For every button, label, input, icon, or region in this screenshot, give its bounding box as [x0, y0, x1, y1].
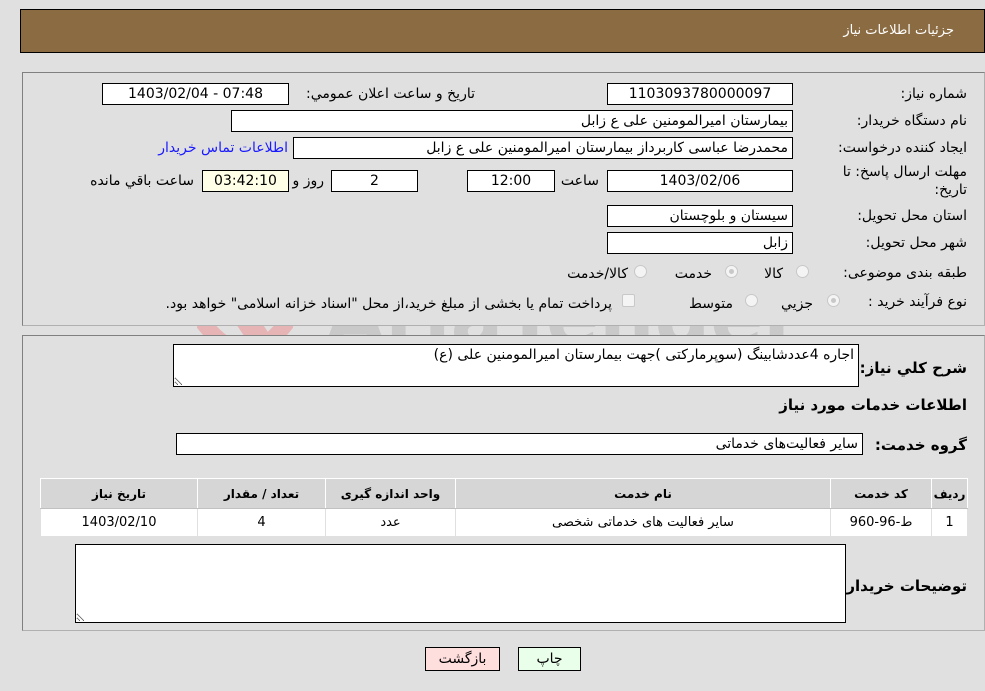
deadline-time-label: ساعت: [560, 173, 599, 189]
buyer-notes-label: توضیحات خریدار:: [840, 577, 967, 595]
service-group-label: گروه خدمت:: [874, 436, 967, 454]
purchase-type-option-minor: جزیي: [781, 296, 813, 312]
need-number-field: 1103093780000097: [607, 83, 793, 105]
col-header-service-name: نام خدمت: [455, 478, 831, 509]
page-header: جزئیات اطلاعات نیاز: [20, 9, 985, 53]
purchase-type-label: نوع فرآیند خرید :: [868, 294, 967, 310]
purchase-type-option-medium: متوسط: [689, 296, 733, 312]
cell-need-date: 1403/02/10: [40, 508, 198, 537]
col-header-need-date: تاریخ نیاز: [40, 478, 198, 509]
category-radio-goods-service[interactable]: [634, 265, 647, 278]
col-header-unit: واحد اندازه گیری: [325, 478, 456, 509]
category-radio-service[interactable]: [725, 265, 738, 278]
time-remaining-label: ساعت باقي مانده: [90, 173, 194, 189]
days-label: روز و: [292, 173, 325, 189]
requester-label: ایجاد کننده درخواست:: [838, 140, 967, 156]
announce-datetime-label: تاریخ و ساعت اعلان عمومي:: [306, 86, 475, 102]
province-field: سیستان و بلوچستان: [607, 205, 793, 227]
table-row: 1 ط-96-960 سایر فعالیت های خدماتی شخصی ع…: [40, 508, 968, 537]
cell-row-number: 1: [931, 508, 968, 537]
buyer-org-field: بیمارستان امیرالمومنین علی ع زابل: [231, 110, 793, 132]
deadline-time-field: 12:00: [467, 170, 555, 192]
print-button[interactable]: چاپ: [518, 647, 581, 671]
city-label: شهر محل تحویل:: [865, 235, 967, 251]
back-button[interactable]: بازگشت: [425, 647, 500, 671]
buyer-contact-link[interactable]: اطلاعات تماس خریدار: [158, 140, 288, 156]
deadline-label-2: تاریخ:: [934, 182, 967, 198]
deadline-date-field: 1403/02/06: [607, 170, 793, 192]
buyer-notes-textarea[interactable]: [75, 544, 846, 623]
service-group-field: سایر فعالیت‌های خدماتی: [176, 433, 863, 455]
summary-label: شرح کلي نیاز:: [859, 359, 967, 377]
province-label: استان محل تحویل:: [857, 208, 967, 224]
category-option-goods: کالا: [764, 266, 783, 282]
services-table: ردیف کد خدمت نام خدمت واحد اندازه گیری ت…: [40, 478, 968, 537]
cell-unit: عدد: [325, 508, 456, 537]
services-heading: اطلاعات خدمات مورد نیاز: [779, 396, 967, 414]
time-remaining-field: 03:42:10: [202, 170, 289, 192]
buyer-org-label: نام دستگاه خریدار:: [856, 113, 967, 129]
cell-quantity: 4: [197, 508, 326, 537]
purchase-type-radio-minor[interactable]: [827, 294, 840, 307]
category-option-goods-service: کالا/خدمت: [567, 266, 628, 282]
category-radio-goods[interactable]: [796, 265, 809, 278]
announce-datetime-field: 1403/02/04 - 07:48: [102, 83, 289, 105]
category-label: طبقه بندی موضوعی:: [843, 265, 967, 281]
category-option-service: خدمت: [674, 266, 712, 282]
city-field: زابل: [607, 232, 793, 254]
cell-service-name: سایر فعالیت های خدماتی شخصی: [455, 508, 831, 537]
treasury-checkbox[interactable]: [622, 294, 635, 307]
requester-field: محمدرضا عباسی کاربرداز بیمارستان امیرالم…: [293, 137, 793, 159]
days-remaining-field: 2: [331, 170, 418, 192]
purchase-type-radio-medium[interactable]: [745, 294, 758, 307]
summary-textarea[interactable]: اجاره 4عددشابینگ (سوپرمارکتی )جهت بیمارس…: [173, 344, 859, 387]
page-title: جزئیات اطلاعات نیاز: [843, 23, 954, 38]
treasury-note: پرداخت تمام یا بخشی از مبلغ خرید،از محل …: [165, 296, 612, 312]
deadline-label: مهلت ارسال پاسخ: تا: [842, 164, 967, 180]
services-table-header: ردیف کد خدمت نام خدمت واحد اندازه گیری ت…: [40, 478, 968, 509]
col-header-quantity: تعداد / مقدار: [197, 478, 326, 509]
cell-service-code: ط-96-960: [830, 508, 932, 537]
need-number-label: شماره نیاز:: [900, 86, 968, 102]
col-header-row: ردیف: [931, 478, 968, 509]
col-header-service-code: کد خدمت: [830, 478, 932, 509]
